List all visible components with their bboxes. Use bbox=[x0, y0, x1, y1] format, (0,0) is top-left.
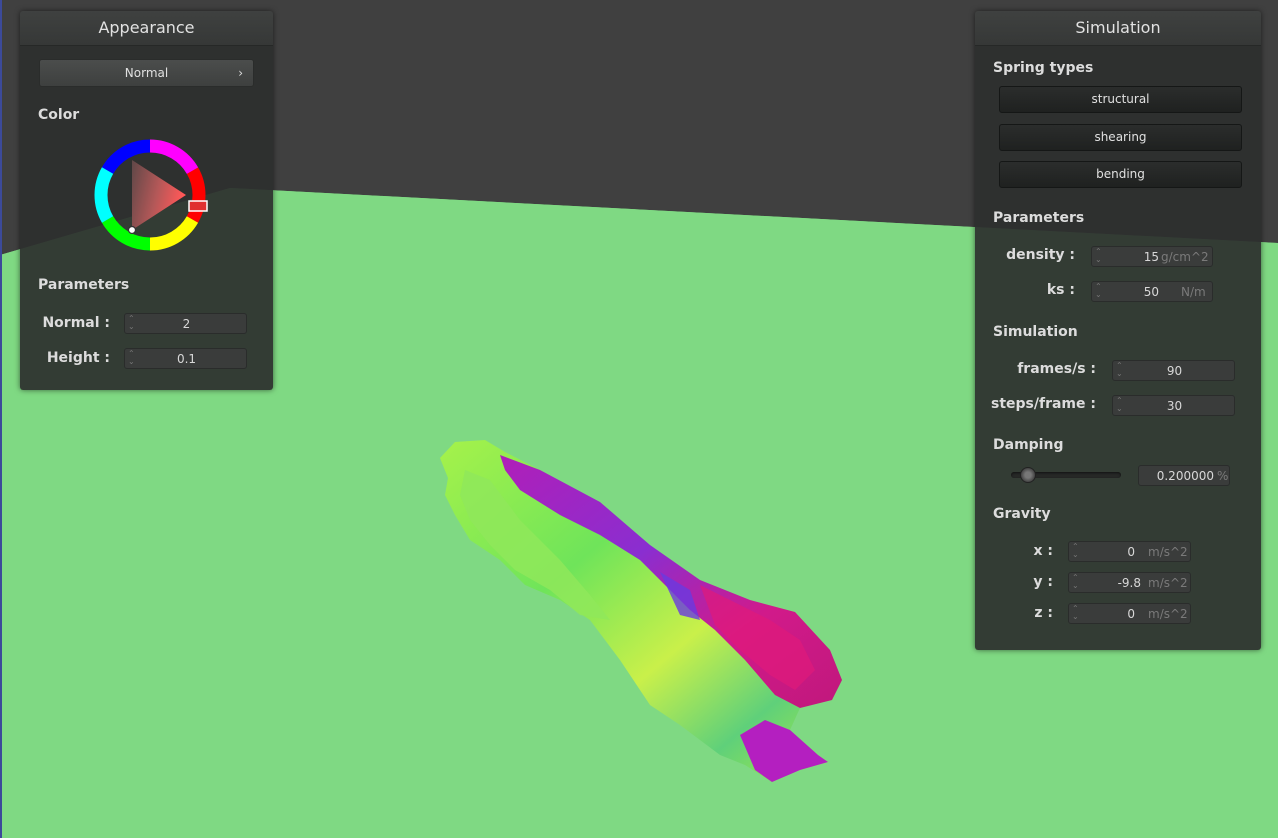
appearance-parameters-label: Parameters bbox=[38, 277, 130, 293]
shader-dropdown-label: Normal bbox=[124, 66, 169, 80]
sim-parameters-label: Parameters bbox=[993, 210, 1085, 226]
value-selector-handle bbox=[127, 225, 137, 235]
height-value: 0.1 bbox=[176, 352, 197, 366]
color-section-label: Color bbox=[38, 107, 80, 123]
gravity-x-unit: m/s^2 bbox=[1148, 545, 1188, 559]
damping-slider[interactable] bbox=[1011, 467, 1121, 483]
gravity-z-value: 0 bbox=[1127, 607, 1135, 621]
steps-input[interactable]: ⌃ ⌄ 30 bbox=[1112, 395, 1235, 416]
steps-label: steps/frame : bbox=[991, 396, 1096, 412]
fps-value: 90 bbox=[1166, 364, 1183, 378]
shearing-button[interactable]: shearing bbox=[999, 124, 1242, 151]
ks-input[interactable]: ⌃ ⌄ 50 N/m bbox=[1091, 281, 1213, 302]
damping-value: 0.200000 bbox=[1156, 469, 1214, 483]
density-unit: g/cm^2 bbox=[1161, 250, 1209, 264]
normal-input[interactable]: ⌃ ⌄ 2 bbox=[124, 313, 247, 334]
structural-button[interactable]: structural bbox=[999, 86, 1242, 113]
gravity-x-value: 0 bbox=[1127, 545, 1135, 559]
spring-types-label: Spring types bbox=[993, 60, 1094, 76]
ks-unit: N/m bbox=[1181, 285, 1206, 299]
steps-value: 30 bbox=[1166, 399, 1183, 413]
gravity-y-value: -9.8 bbox=[1117, 576, 1141, 590]
gravity-z-input[interactable]: ⌃ ⌄ 0 m/s^2 bbox=[1068, 603, 1191, 624]
normal-value: 2 bbox=[182, 317, 191, 331]
gravity-z-unit: m/s^2 bbox=[1148, 607, 1188, 621]
appearance-panel: Appearance Normal › Color Parameters Nor… bbox=[20, 11, 273, 390]
gravity-y-label: y : bbox=[1033, 574, 1053, 590]
height-input[interactable]: ⌃ ⌄ 0.1 bbox=[124, 348, 247, 369]
fps-label: frames/s : bbox=[1017, 361, 1096, 377]
damping-slider-knob[interactable] bbox=[1020, 467, 1036, 483]
shader-dropdown[interactable]: Normal › bbox=[39, 59, 254, 87]
gravity-z-label: z : bbox=[1034, 605, 1053, 621]
gravity-y-input[interactable]: ⌃ ⌄ -9.8 m/s^2 bbox=[1068, 572, 1191, 593]
normal-label: Normal : bbox=[42, 315, 110, 331]
gravity-label: Gravity bbox=[993, 506, 1051, 522]
gravity-x-label: x : bbox=[1033, 543, 1053, 559]
color-wheel[interactable] bbox=[90, 135, 210, 255]
simulation-panel-title: Simulation bbox=[975, 11, 1261, 46]
bending-button[interactable]: bending bbox=[999, 161, 1242, 188]
ks-label: ks : bbox=[1046, 282, 1075, 298]
height-label: Height : bbox=[46, 350, 110, 366]
fps-input[interactable]: ⌃ ⌄ 90 bbox=[1112, 360, 1235, 381]
density-input[interactable]: ⌃ ⌄ 15 g/cm^2 bbox=[1091, 246, 1213, 267]
chevron-right-icon: › bbox=[238, 66, 243, 80]
damping-label: Damping bbox=[993, 437, 1064, 453]
simulation-section-label: Simulation bbox=[993, 324, 1078, 340]
simulation-panel: Simulation Spring types structural shear… bbox=[975, 11, 1261, 650]
appearance-panel-title: Appearance bbox=[20, 11, 273, 46]
density-label: density : bbox=[1006, 247, 1075, 263]
ks-value: 50 bbox=[1143, 285, 1159, 299]
gravity-y-unit: m/s^2 bbox=[1148, 576, 1188, 590]
damping-input[interactable]: 0.200000 % bbox=[1138, 465, 1230, 486]
gravity-x-input[interactable]: ⌃ ⌄ 0 m/s^2 bbox=[1068, 541, 1191, 562]
hue-selector-handle bbox=[188, 200, 208, 212]
density-value: 15 bbox=[1143, 250, 1159, 264]
damping-unit: % bbox=[1217, 469, 1229, 483]
